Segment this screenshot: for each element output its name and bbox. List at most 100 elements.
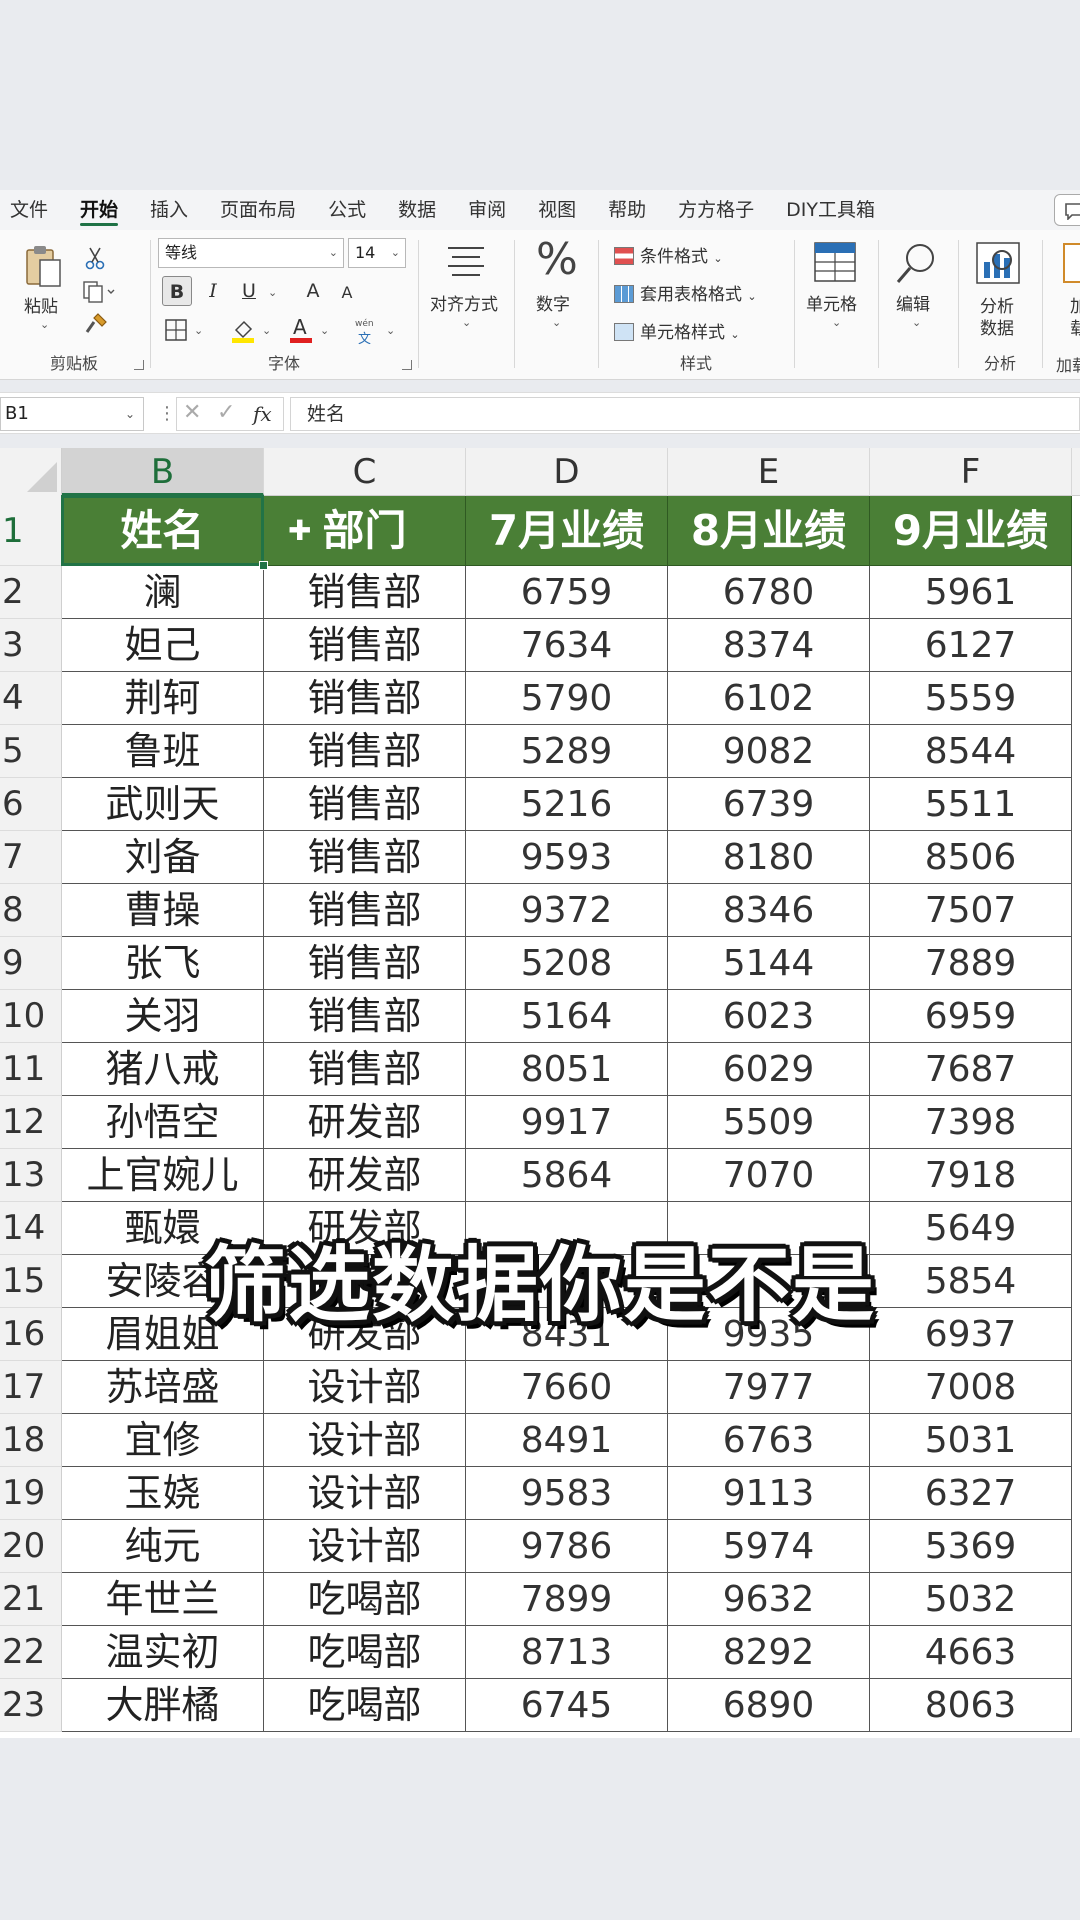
table-cell[interactable]: 5974 [668,1520,870,1573]
tab-0[interactable]: 文件 [0,190,58,230]
tab-6[interactable]: 审阅 [458,190,516,230]
table-cell[interactable]: 6780 [668,566,870,619]
tab-3[interactable]: 页面布局 [210,190,306,230]
table-cell[interactable]: 8180 [668,831,870,884]
row-header[interactable]: 3 [0,619,62,672]
table-cell[interactable]: 设计部 [264,1414,466,1467]
table-cell[interactable]: 8051 [466,1043,668,1096]
table-cell[interactable]: 研发部 [264,1149,466,1202]
table-cell[interactable]: 6959 [870,990,1072,1043]
table-cell[interactable]: 9593 [466,831,668,884]
row-header[interactable]: 17 [0,1361,62,1414]
table-cell[interactable]: 猪八戒 [62,1043,264,1096]
table-cell[interactable]: 玉娆 [62,1467,264,1520]
row-header[interactable]: 21 [0,1573,62,1626]
font-name-select[interactable]: 等线 ⌄ [158,238,344,268]
row-header[interactable]: 22 [0,1626,62,1679]
table-cell[interactable]: 妲己 [62,619,264,672]
column-header-b[interactable]: B [62,448,264,496]
table-cell[interactable]: 温实初 [62,1626,264,1679]
table-cell[interactable]: 5289 [466,725,668,778]
table-cell[interactable]: 9917 [466,1096,668,1149]
table-cell[interactable]: 6029 [668,1043,870,1096]
table-cell[interactable]: 5208 [466,937,668,990]
header-cell[interactable]: 8月业绩 [668,496,870,566]
table-cell[interactable]: 5864 [466,1149,668,1202]
row-header[interactable]: 13 [0,1149,62,1202]
formula-input[interactable]: 姓名 [290,397,1080,431]
table-cell[interactable]: 销售部 [264,1043,466,1096]
cancel-icon[interactable]: ✕ [183,400,201,425]
table-cell[interactable]: 6759 [466,566,668,619]
table-cell[interactable]: 7977 [668,1361,870,1414]
table-cell[interactable]: 6102 [668,672,870,725]
table-cell[interactable]: 8713 [466,1626,668,1679]
table-cell[interactable]: 7889 [870,937,1072,990]
underline-button[interactable]: U [234,276,264,306]
table-cell[interactable]: 6890 [668,1679,870,1732]
table-cell[interactable]: 关羽 [62,990,264,1043]
table-cell[interactable]: 销售部 [264,884,466,937]
table-cell[interactable]: 7899 [466,1573,668,1626]
table-cell[interactable]: 销售部 [264,831,466,884]
table-cell[interactable]: 荆轲 [62,672,264,725]
row-header[interactable]: 19 [0,1467,62,1520]
table-cell[interactable]: 吃喝部 [264,1626,466,1679]
select-all-button[interactable] [0,448,62,496]
analyze-data-icon[interactable] [974,240,1022,290]
table-cell[interactable]: 4663 [870,1626,1072,1679]
table-cell[interactable]: 设计部 [264,1467,466,1520]
table-cell[interactable]: 6327 [870,1467,1072,1520]
table-cell[interactable]: 9082 [668,725,870,778]
table-cell[interactable]: 销售部 [264,566,466,619]
more-options-icon[interactable]: ⋮ [158,403,176,424]
tab-9[interactable]: 方方格子 [668,190,764,230]
phonetic-dropdown[interactable]: ⌄ [386,324,395,337]
table-cell[interactable]: 吃喝部 [264,1573,466,1626]
table-cell[interactable]: 8544 [870,725,1072,778]
row-header[interactable]: 23 [0,1679,62,1732]
column-header-c[interactable]: C [264,448,466,496]
cut-icon[interactable] [84,246,106,274]
table-cell[interactable]: 7634 [466,619,668,672]
table-cell[interactable]: 8292 [668,1626,870,1679]
table-cell[interactable]: 武则天 [62,778,264,831]
table-cell[interactable]: 5511 [870,778,1072,831]
table-cell[interactable]: 设计部 [264,1520,466,1573]
table-cell[interactable]: 刘备 [62,831,264,884]
tab-5[interactable]: 数据 [388,190,446,230]
table-cell[interactable]: 销售部 [264,619,466,672]
font-launcher[interactable] [402,360,412,370]
table-cell[interactable]: 8063 [870,1679,1072,1732]
table-cell[interactable]: 年世兰 [62,1573,264,1626]
table-cell[interactable]: 吃喝部 [264,1679,466,1732]
cells-group[interactable]: 单元格 ⌄ [796,230,876,380]
borders-dropdown[interactable]: ⌄ [194,324,203,337]
borders-icon[interactable] [164,318,188,346]
column-header-d[interactable]: D [466,448,668,496]
table-cell[interactable]: 曹操 [62,884,264,937]
table-cell[interactable]: 5164 [466,990,668,1043]
table-cell[interactable]: 5509 [668,1096,870,1149]
table-cell[interactable]: 销售部 [264,990,466,1043]
bold-button[interactable]: B [162,276,192,306]
editing-group[interactable]: 编辑 ⌄ [880,230,956,380]
row-header[interactable]: 4 [0,672,62,725]
table-cell[interactable]: 7070 [668,1149,870,1202]
table-cell[interactable]: 7918 [870,1149,1072,1202]
table-cell[interactable]: 9583 [466,1467,668,1520]
table-cell[interactable]: 6739 [668,778,870,831]
table-cell[interactable]: 5032 [870,1573,1072,1626]
format-as-table-button[interactable]: 套用表格格式 ⌄ [614,280,757,305]
conditional-format-button[interactable]: 条件格式 ⌄ [614,242,723,267]
table-cell[interactable]: 5144 [668,937,870,990]
alignment-group[interactable]: 对齐方式 ⌄ [420,230,512,380]
table-cell[interactable]: 销售部 [264,725,466,778]
row-header[interactable]: 18 [0,1414,62,1467]
header-cell[interactable]: 9月业绩 [870,496,1072,566]
tab-1[interactable]: 开始 [70,190,128,230]
table-cell[interactable]: 8491 [466,1414,668,1467]
clipboard-launcher[interactable] [134,360,144,370]
fill-color-dropdown[interactable]: ⌄ [262,324,271,337]
fill-handle[interactable] [259,561,268,570]
